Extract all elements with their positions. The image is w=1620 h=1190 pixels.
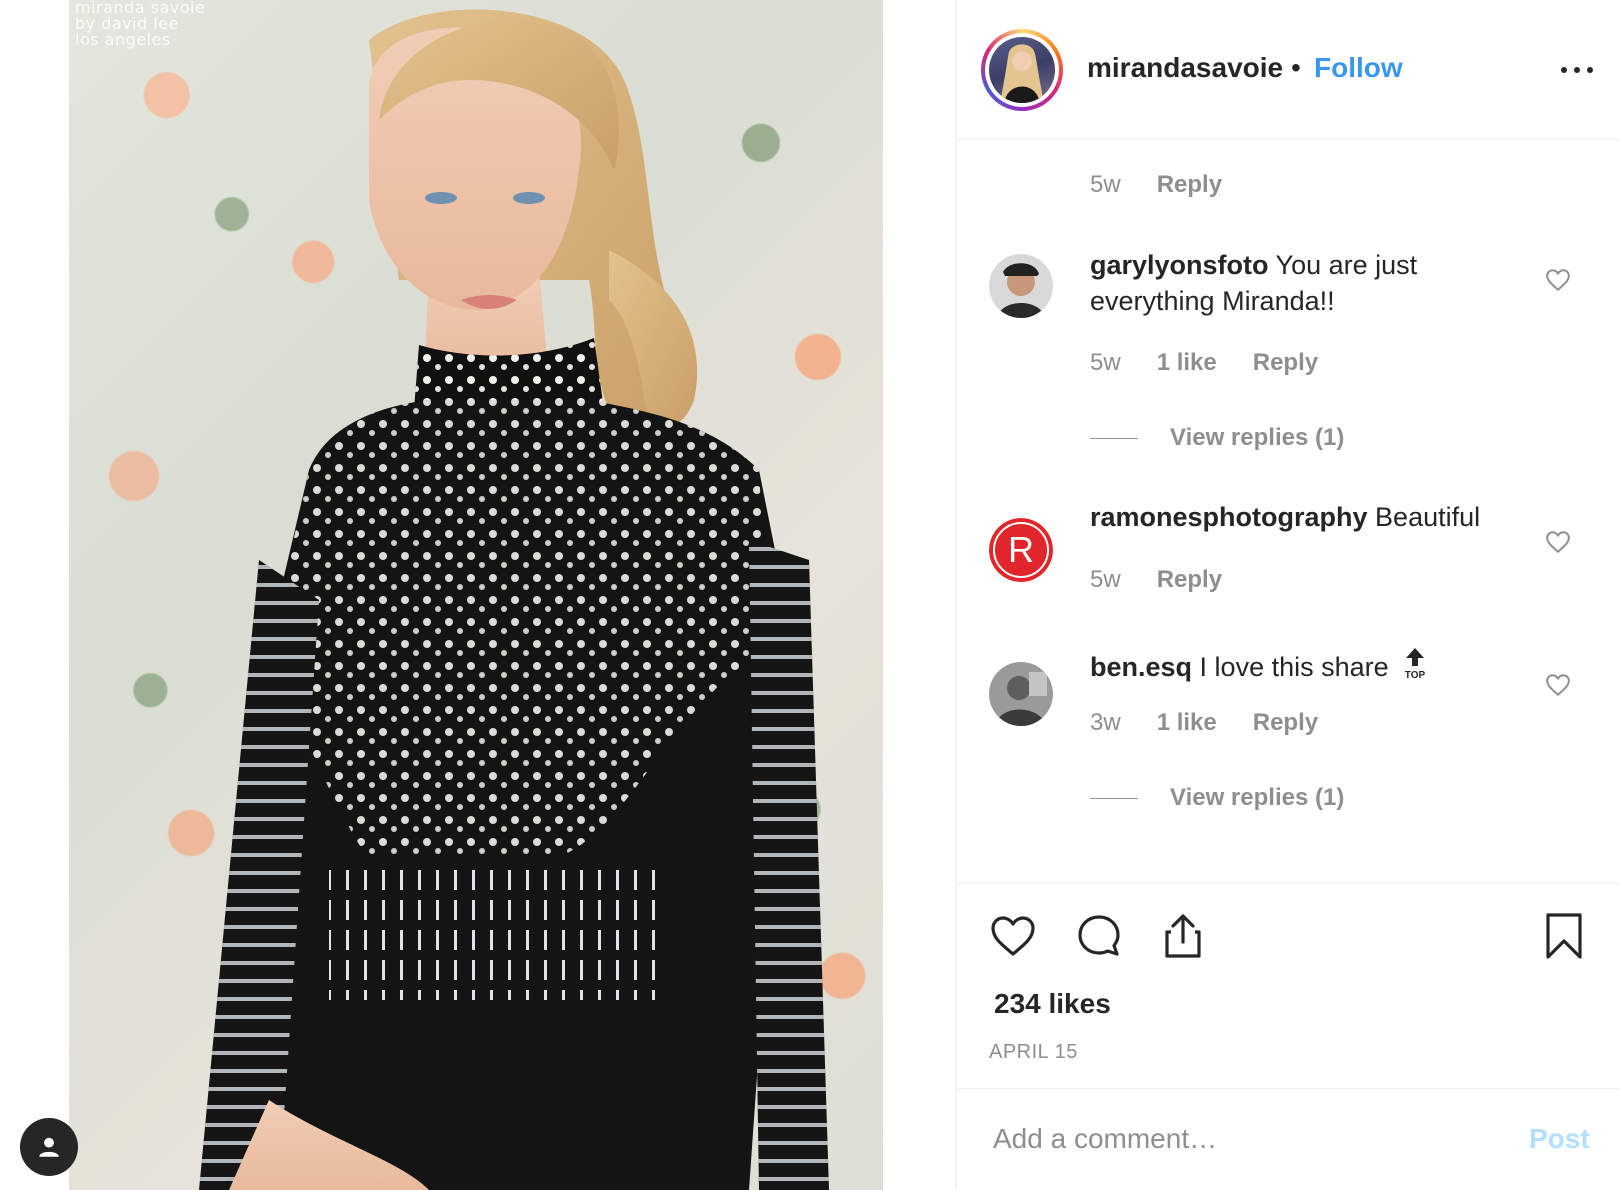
likes-count[interactable]: 234 likes: [994, 988, 1111, 1020]
commenter-avatar[interactable]: [989, 254, 1053, 318]
post-photo[interactable]: miranda savoie by david lee los angeles: [69, 0, 883, 1190]
add-comment-section: Post: [957, 1088, 1620, 1190]
comment-meta-row: 5w Reply: [1090, 566, 1222, 594]
view-replies-toggle[interactable]: View replies (1): [1090, 424, 1344, 452]
comment-username[interactable]: garylyonsfoto: [1090, 250, 1269, 280]
comment-username[interactable]: ramonesphotography: [1090, 502, 1368, 532]
commenter-avatar[interactable]: R: [989, 518, 1053, 582]
reply-button[interactable]: Reply: [1253, 349, 1318, 377]
more-options-icon: [1561, 67, 1567, 73]
reply-button[interactable]: Reply: [1157, 566, 1222, 594]
owner-avatar: [989, 37, 1055, 103]
share-icon[interactable]: [1159, 912, 1207, 960]
like-heart-icon[interactable]: [989, 912, 1037, 960]
owner-username[interactable]: mirandasavoie: [1087, 52, 1283, 84]
comments-list[interactable]: 5w Reply garylyonsfoto You are just ever…: [957, 141, 1620, 883]
top-badge-label: TOP: [1405, 670, 1426, 680]
comment-likes-link[interactable]: 1 like: [1157, 709, 1217, 737]
replies-line: [1090, 797, 1138, 799]
commenter-avatar[interactable]: [989, 662, 1053, 726]
like-comment-heart-icon[interactable]: [1545, 529, 1571, 555]
comment-timestamp: 5w: [1090, 566, 1121, 593]
comment-body: garylyonsfoto You are just everything Mi…: [1090, 247, 1530, 319]
comment-text: I love this share: [1199, 652, 1389, 682]
comment-timestamp: 5w: [1090, 171, 1121, 198]
like-comment-heart-icon[interactable]: [1545, 267, 1571, 293]
post-header: mirandasavoie • Follow: [957, 0, 1620, 140]
post-date: APRIL 15: [989, 1041, 1078, 1063]
reply-button[interactable]: Reply: [1157, 171, 1222, 199]
tagged-users-button[interactable]: [20, 1118, 78, 1176]
view-replies-label: View replies (1): [1170, 784, 1345, 811]
story-ring[interactable]: [981, 29, 1063, 111]
post-side-panel: mirandasavoie • Follow 5w Reply garylyon…: [957, 0, 1620, 1190]
post-actions: 234 likes APRIL 15: [957, 883, 1620, 1088]
like-comment-heart-icon[interactable]: [1545, 672, 1571, 698]
bookmark-icon[interactable]: [1540, 912, 1588, 960]
view-replies-label: View replies (1): [1170, 424, 1345, 451]
reply-button[interactable]: Reply: [1253, 709, 1318, 737]
replies-line: [1090, 437, 1138, 439]
comment-text: Beautiful: [1375, 502, 1481, 532]
separator-dot: •: [1291, 52, 1301, 83]
follow-button[interactable]: Follow: [1314, 52, 1403, 84]
view-replies-toggle[interactable]: View replies (1): [1090, 784, 1344, 812]
comment-body: ben.esq I love this share TOP: [1090, 646, 1530, 685]
comment-timestamp: 3w: [1090, 709, 1121, 736]
comment-likes-link[interactable]: 1 like: [1157, 349, 1217, 377]
comment-bubble-icon[interactable]: [1075, 912, 1123, 960]
post-comment-button[interactable]: Post: [1529, 1123, 1590, 1155]
comment-meta-row: 3w 1 like Reply: [1090, 709, 1318, 737]
comment-timestamp: 5w: [1090, 349, 1121, 376]
add-comment-input[interactable]: [993, 1111, 1493, 1167]
person-icon: [39, 1137, 59, 1157]
avatar-letter: R: [1008, 529, 1034, 570]
comment-meta-row: 5w Reply: [1090, 171, 1222, 199]
more-options-button[interactable]: [1557, 56, 1597, 84]
comment-username[interactable]: ben.esq: [1090, 652, 1192, 682]
comment-meta-row: 5w 1 like Reply: [1090, 349, 1318, 377]
media-panel: miranda savoie by david lee los angeles: [0, 0, 956, 1190]
top-arrow-icon: TOP: [1405, 648, 1426, 680]
comment-body: ramonesphotography Beautiful: [1090, 499, 1550, 535]
model-figure: [199, 9, 829, 1190]
